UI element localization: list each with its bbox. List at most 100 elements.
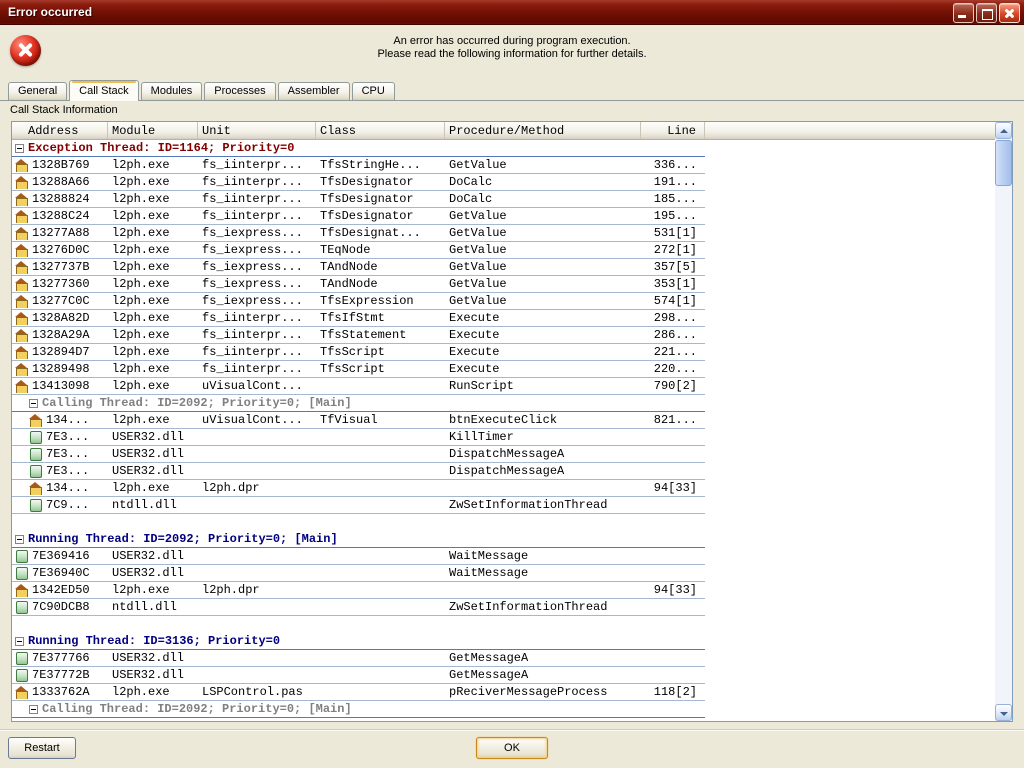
- stack-entry-row[interactable]: 13413098 l2ph.exe uVisualCont... RunScript 7…: [12, 378, 705, 395]
- address-text: 13276D0C: [32, 243, 90, 257]
- stack-entry-row[interactable]: 7E36940C USER32.dll WaitMessage: [12, 565, 705, 582]
- titlebar[interactable]: Error occurred: [0, 0, 1024, 25]
- stack-entry-row[interactable]: 1328B769 l2ph.exe fs_iinterpr... TfsStringH…: [12, 157, 705, 174]
- stack-entry-row[interactable]: 13288A66 l2ph.exe fs_iinterpr... TfsDesigna…: [12, 174, 705, 191]
- tab-general[interactable]: General: [8, 82, 68, 100]
- address-text: 13277C0C: [32, 294, 90, 308]
- column-header-class[interactable]: Class: [316, 122, 445, 139]
- stack-entry-row[interactable]: 7C90DCB8 ntdll.dll ZwSetInformationThread: [12, 599, 705, 616]
- stack-entry-row[interactable]: 132894D7 l2ph.exe fs_iinterpr... TfsScript E…: [12, 344, 705, 361]
- unit-cell: fs_iinterpr...: [202, 311, 303, 325]
- collapse-icon[interactable]: [15, 534, 24, 544]
- module-cell: l2ph.exe: [112, 243, 170, 257]
- column-header-procedure-method[interactable]: Procedure/Method: [445, 122, 641, 139]
- procedure-cell: DispatchMessageA: [449, 464, 565, 478]
- procedure-cell: DoCalc: [449, 175, 493, 189]
- module-exe-icon: [15, 329, 28, 342]
- procedure-cell: GetValue: [449, 294, 507, 308]
- thread-header-row[interactable]: Running Thread: ID=2092; Priority=0; [Ma…: [12, 531, 705, 548]
- stack-entry-row[interactable]: 7E369416 USER32.dll WaitMessage: [12, 548, 705, 565]
- procedure-cell: GetValue: [449, 226, 507, 240]
- stack-entry-row[interactable]: 134... l2ph.exe uVisualCont... TfVisual btnE…: [12, 412, 705, 429]
- tab-call-stack[interactable]: Call Stack: [69, 80, 139, 101]
- stack-entry-row[interactable]: 7E3... USER32.dll DispatchMessageA: [12, 446, 705, 463]
- stack-entry-row[interactable]: 1328A82D l2ph.exe fs_iinterpr... TfsIfStmt E…: [12, 310, 705, 327]
- module-exe-icon: [29, 482, 42, 495]
- stack-entry-row[interactable]: 7E37772B USER32.dll GetMessageA: [12, 667, 705, 684]
- module-dll-icon: [15, 567, 28, 580]
- collapse-icon[interactable]: [15, 636, 24, 646]
- module-cell: l2ph.exe: [112, 328, 170, 342]
- address-cell: 7E3...: [12, 464, 108, 478]
- stack-entry-row[interactable]: 13276D0C l2ph.exe fs_iexpress... TEqNode Get…: [12, 242, 705, 259]
- procedure-cell: DoCalc: [449, 192, 493, 206]
- module-exe-icon: [15, 176, 28, 189]
- scrollbar-thumb[interactable]: [995, 140, 1012, 186]
- address-text: 1333762A: [32, 685, 90, 699]
- thread-header-row[interactable]: Calling Thread: ID=2092; Priority=0; [Ma…: [12, 395, 705, 412]
- procedure-cell: GetMessageA: [449, 668, 529, 682]
- procedure-cell: GetValue: [449, 260, 507, 274]
- procedure-cell: Execute: [449, 328, 500, 342]
- stack-entry-row[interactable]: 1327737B l2ph.exe fs_iexpress... TAndNode Ge…: [12, 259, 705, 276]
- tab-assembler[interactable]: Assembler: [277, 82, 350, 100]
- column-header-address[interactable]: Address: [12, 122, 108, 139]
- stack-entry-row[interactable]: 1342ED50 l2ph.exe l2ph.dpr 94[33]: [12, 582, 705, 599]
- stack-entry-row[interactable]: 13288C24 l2ph.exe fs_iinterpr... TfsDesigna…: [12, 208, 705, 225]
- stack-entry-row[interactable]: 13277A88 l2ph.exe fs_iexpress... TfsDesigna…: [12, 225, 705, 242]
- line-cell: 272[1]: [653, 243, 697, 257]
- scroll-up-button[interactable]: [995, 122, 1012, 139]
- stack-entry-row[interactable]: 134... l2ph.exe l2ph.dpr 94[33]: [12, 480, 705, 497]
- ok-button[interactable]: OK: [476, 737, 548, 759]
- column-header-line[interactable]: Line: [641, 122, 705, 139]
- stack-entry-row[interactable]: 13277360 l2ph.exe fs_iexpress... TAndNode Ge…: [12, 276, 705, 293]
- vertical-scrollbar[interactable]: [995, 122, 1012, 721]
- address-text: 7E3...: [46, 464, 90, 478]
- tab-cpu[interactable]: CPU: [351, 82, 395, 100]
- stack-entry-row[interactable]: 7C9... ntdll.dll ZwSetInformationThread: [12, 497, 705, 514]
- module-cell: l2ph.exe: [112, 379, 170, 393]
- collapse-icon[interactable]: [29, 398, 38, 408]
- maximize-button[interactable]: [976, 3, 997, 23]
- address-cell: 7E369416: [12, 549, 108, 563]
- procedure-cell: btnExecuteClick: [449, 413, 558, 427]
- stack-entry-row[interactable]: 7E3... USER32.dll DispatchMessageA: [12, 463, 705, 480]
- address-cell: 134...: [12, 481, 108, 495]
- call-stack-table: Address Module Unit Class Procedure/Method Li…: [11, 121, 1013, 722]
- module-exe-icon: [15, 380, 28, 393]
- scroll-down-button[interactable]: [995, 704, 1012, 721]
- stack-entry-row[interactable]: 1328A29A l2ph.exe fs_iinterpr... TfsStateme…: [12, 327, 705, 344]
- thread-header-row[interactable]: Calling Thread: ID=2092; Priority=0; [Ma…: [12, 701, 705, 718]
- tab-modules[interactable]: Modules: [140, 82, 203, 100]
- unit-cell: fs_iinterpr...: [202, 192, 303, 206]
- line-cell: 94[33]: [653, 583, 697, 597]
- address-text: 7E377766: [32, 651, 90, 665]
- collapse-icon[interactable]: [29, 704, 38, 714]
- window-title: Error occurred: [8, 5, 93, 19]
- line-cell: 221...: [653, 345, 697, 359]
- restart-button[interactable]: Restart: [8, 737, 76, 759]
- stack-entry-row[interactable]: 13277C0C l2ph.exe fs_iexpress... TfsExpress…: [12, 293, 705, 310]
- stack-entry-row[interactable]: 13289498 l2ph.exe fs_iinterpr... TfsScript E…: [12, 361, 705, 378]
- address-text: 132894D7: [32, 345, 90, 359]
- collapse-icon[interactable]: [15, 143, 24, 153]
- close-button[interactable]: [999, 3, 1020, 23]
- stack-entry-row[interactable]: 7E377766 USER32.dll GetMessageA: [12, 650, 705, 667]
- column-header-module[interactable]: Module: [108, 122, 198, 139]
- minimize-button[interactable]: [953, 3, 974, 23]
- procedure-cell: DispatchMessageA: [449, 447, 565, 461]
- address-cell: 1327737B: [12, 260, 108, 274]
- stack-entry-row[interactable]: 1333762A l2ph.exe LSPControl.pas pReciverMe…: [12, 684, 705, 701]
- table-body: Exception Thread: ID=1164; Priority=0 132…: [12, 140, 995, 721]
- thread-header-row[interactable]: Exception Thread: ID=1164; Priority=0: [12, 140, 705, 157]
- stack-entry-row[interactable]: 13288824 l2ph.exe fs_iinterpr... TfsDesigna…: [12, 191, 705, 208]
- column-header-unit[interactable]: Unit: [198, 122, 316, 139]
- tab-processes[interactable]: Processes: [204, 82, 276, 100]
- table-header-row: Address Module Unit Class Procedure/Method Li…: [12, 122, 995, 140]
- thread-header-row[interactable]: Running Thread: ID=3136; Priority=0: [12, 633, 705, 650]
- thread-header-label: Exception Thread: ID=1164; Priority=0: [28, 141, 295, 155]
- unit-cell: fs_iexpress...: [202, 226, 303, 240]
- address-text: 7E369416: [32, 549, 90, 563]
- stack-entry-row[interactable]: 7E3... USER32.dll KillTimer: [12, 429, 705, 446]
- address-text: 13289498: [32, 362, 90, 376]
